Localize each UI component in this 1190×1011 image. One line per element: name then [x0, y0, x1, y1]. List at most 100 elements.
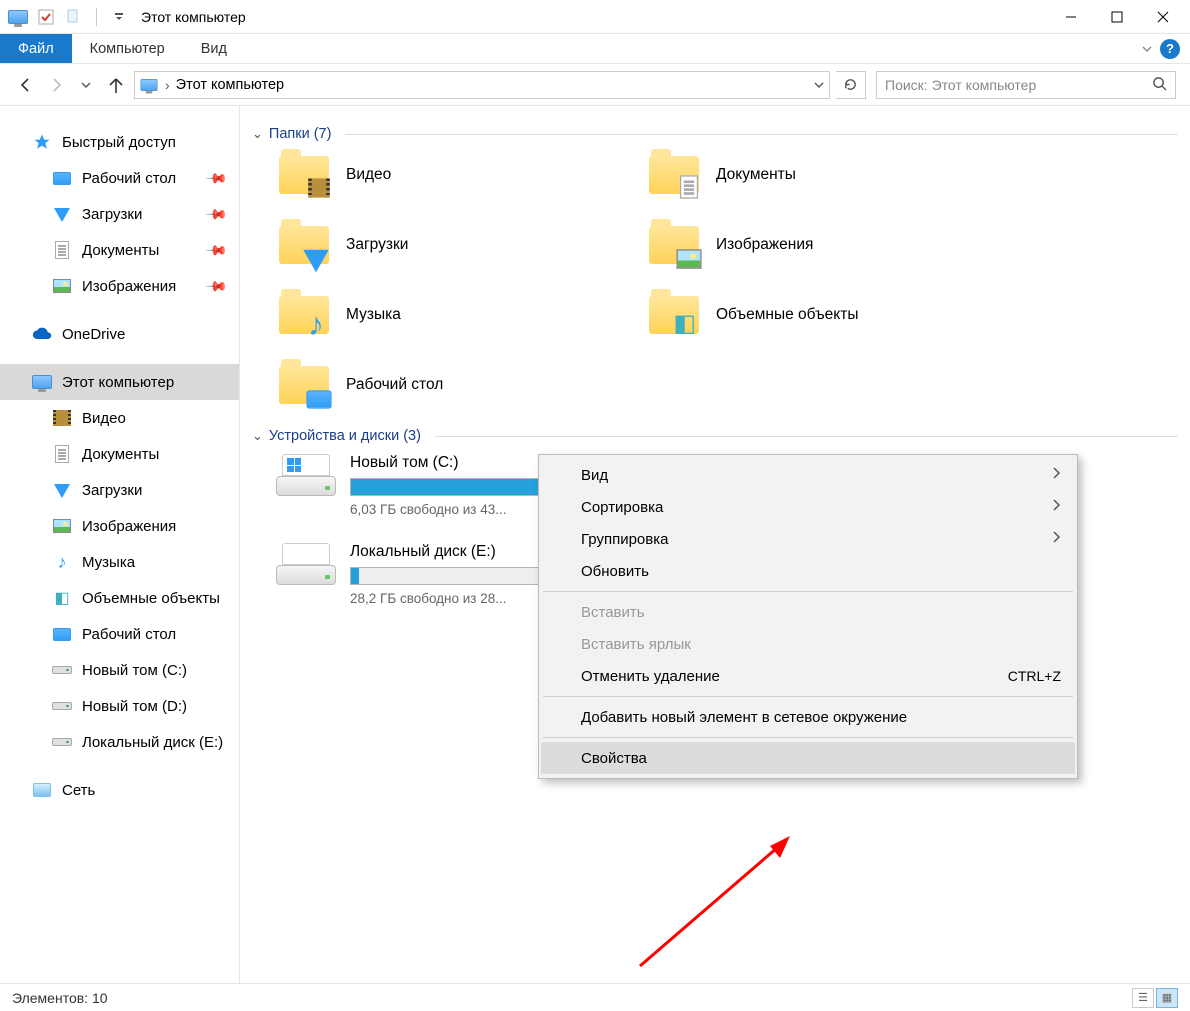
- sidebar-item-label: Изображения: [82, 278, 176, 295]
- titlebar: Этот компьютер: [0, 0, 1190, 34]
- folder-videos[interactable]: Видео: [276, 152, 646, 198]
- sidebar-onedrive[interactable]: OneDrive: [0, 316, 239, 352]
- music-icon: ♪: [52, 552, 72, 572]
- sidebar-item-documents-2[interactable]: Документы: [0, 436, 239, 472]
- ctx-undo-delete[interactable]: Отменить удалениеCTRL+Z: [541, 660, 1075, 692]
- drive-icon: [276, 454, 336, 496]
- sidebar-item-drive-c[interactable]: Новый том (C:): [0, 652, 239, 688]
- tiles-view-button[interactable]: ▦: [1156, 988, 1178, 1008]
- sidebar-item-pictures-2[interactable]: Изображения: [0, 508, 239, 544]
- sidebar-item-drive-e[interactable]: Локальный диск (E:): [0, 724, 239, 760]
- tab-computer[interactable]: Компьютер: [72, 34, 183, 63]
- close-button[interactable]: [1140, 1, 1186, 33]
- sidebar-item-downloads-2[interactable]: Загрузки: [0, 472, 239, 508]
- ctx-label: Вставить ярлык: [581, 636, 691, 653]
- ctx-properties[interactable]: Свойства: [541, 742, 1075, 774]
- details-view-button[interactable]: ☰: [1132, 988, 1154, 1008]
- music-overlay-icon: ♪: [308, 308, 324, 340]
- download-overlay-icon: [303, 250, 329, 272]
- tab-file[interactable]: Файл: [0, 34, 72, 63]
- sidebar-item-pictures[interactable]: Изображения 📌: [0, 268, 239, 304]
- sidebar-network[interactable]: Сеть: [0, 772, 239, 808]
- chevron-right-icon: [1051, 498, 1061, 516]
- folder-desktop[interactable]: Рабочий стол: [276, 362, 646, 408]
- group-header-folders[interactable]: ⌄ Папки (7): [252, 126, 1178, 142]
- ctx-label: Группировка: [581, 531, 668, 548]
- cube-icon: ◧: [52, 588, 72, 608]
- folder-documents[interactable]: Документы: [646, 152, 1016, 198]
- ribbon-tabs: Файл Компьютер Вид ?: [0, 34, 1190, 64]
- chevron-right-icon: [1051, 466, 1061, 484]
- ctx-label: Вид: [581, 467, 608, 484]
- ctx-label: Добавить новый элемент в сетевое окружен…: [581, 709, 907, 726]
- sidebar-item-videos[interactable]: Видео: [0, 400, 239, 436]
- history-dropdown[interactable]: [74, 73, 98, 97]
- tile-label: Рабочий стол: [346, 376, 443, 394]
- sidebar-this-pc[interactable]: Этот компьютер: [0, 364, 239, 400]
- window-controls: [1048, 1, 1186, 33]
- up-button[interactable]: [104, 73, 128, 97]
- forward-button[interactable]: [44, 73, 68, 97]
- ctx-add-network-location[interactable]: Добавить новый элемент в сетевое окружен…: [541, 701, 1075, 733]
- sidebar-item-label: Документы: [82, 446, 159, 463]
- tile-label: Объемные объекты: [716, 306, 859, 324]
- maximize-button[interactable]: [1094, 1, 1140, 33]
- group-header-devices[interactable]: ⌄ Устройства и диски (3): [252, 428, 1178, 444]
- desktop-icon: [53, 628, 71, 641]
- addr-dropdown-icon[interactable]: [813, 79, 825, 91]
- sidebar-item-desktop-2[interactable]: Рабочий стол: [0, 616, 239, 652]
- sidebar-item-3d[interactable]: ◧Объемные объекты: [0, 580, 239, 616]
- back-button[interactable]: [14, 73, 38, 97]
- minimize-button[interactable]: [1048, 1, 1094, 33]
- qat-dropdown-icon[interactable]: [109, 7, 129, 27]
- desktop-icon: [53, 172, 71, 185]
- ctx-view[interactable]: Вид: [541, 459, 1075, 491]
- sidebar-item-music[interactable]: ♪Музыка: [0, 544, 239, 580]
- drive-icon: [52, 666, 72, 674]
- folder-pictures[interactable]: Изображения: [646, 222, 1016, 268]
- image-icon: [53, 279, 71, 293]
- pin-icon: 📌: [204, 238, 228, 262]
- address-bar[interactable]: › Этот компьютер: [134, 71, 830, 99]
- tab-view[interactable]: Вид: [183, 34, 245, 63]
- folders-grid: Видео Документы Загрузки Изображения ♪ Му…: [276, 152, 1178, 408]
- sidebar-item-drive-d[interactable]: Новый том (D:): [0, 688, 239, 724]
- tile-label: Изображения: [716, 236, 813, 254]
- sidebar-quick-access[interactable]: Быстрый доступ: [0, 124, 239, 160]
- status-bar: Элементов: 10 ☰ ▦: [0, 983, 1190, 1011]
- document-overlay-icon: [680, 175, 698, 198]
- video-icon: [53, 410, 71, 426]
- sidebar-item-label: Рабочий стол: [82, 170, 176, 187]
- ribbon-collapse-icon[interactable]: [1134, 34, 1160, 63]
- folder-music[interactable]: ♪ Музыка: [276, 292, 646, 338]
- ctx-sort[interactable]: Сортировка: [541, 491, 1075, 523]
- address-text: Этот компьютер: [176, 77, 284, 93]
- ctx-refresh[interactable]: Обновить: [541, 555, 1075, 587]
- help-button[interactable]: ?: [1160, 39, 1180, 59]
- addr-pc-icon: [141, 79, 158, 91]
- drive-icon: [276, 543, 336, 585]
- properties-qat-icon[interactable]: [36, 7, 56, 27]
- folder-downloads[interactable]: Загрузки: [276, 222, 646, 268]
- chevron-down-icon: ⌄: [252, 126, 263, 142]
- download-icon: [54, 208, 70, 222]
- sidebar-item-label: Быстрый доступ: [62, 134, 176, 151]
- folder-3d[interactable]: ◧Объемные объекты: [646, 292, 1016, 338]
- sidebar-item-documents[interactable]: Документы📌: [0, 232, 239, 268]
- search-box[interactable]: Поиск: Этот компьютер: [876, 71, 1176, 99]
- document-icon: [55, 241, 69, 259]
- group-title: Устройства и диски: [269, 428, 399, 444]
- tile-label: Музыка: [346, 306, 401, 324]
- sidebar-item-downloads[interactable]: Загрузки📌: [0, 196, 239, 232]
- addr-sep-icon: ›: [165, 77, 170, 93]
- new-folder-qat-icon[interactable]: [64, 7, 84, 27]
- pc-icon: [32, 375, 52, 389]
- window-title: Этот компьютер: [141, 9, 246, 25]
- refresh-button[interactable]: [836, 71, 866, 99]
- sidebar-item-desktop[interactable]: Рабочий стол📌: [0, 160, 239, 196]
- sidebar-item-label: Новый том (C:): [82, 662, 187, 679]
- sidebar-item-label: Загрузки: [82, 206, 142, 223]
- pin-icon: 📌: [204, 274, 228, 298]
- sidebar-item-label: Сеть: [62, 782, 95, 799]
- ctx-group[interactable]: Группировка: [541, 523, 1075, 555]
